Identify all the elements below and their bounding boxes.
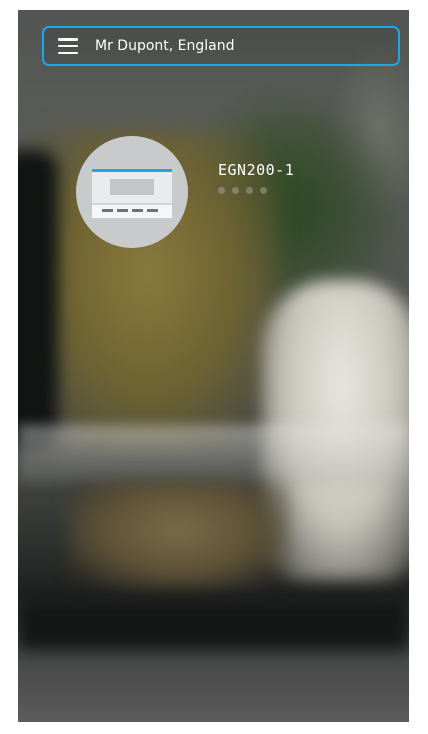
device-name[interactable]: EGN200-1: [218, 161, 294, 179]
app-screen: Mr Dupont, England EGN200-1: [18, 10, 409, 722]
location-bar[interactable]: Mr Dupont, England: [42, 26, 400, 66]
status-dot: [232, 186, 239, 194]
status-dots: [218, 186, 294, 194]
status-dot: [246, 186, 253, 194]
status-dot: [218, 186, 225, 194]
location-label[interactable]: Mr Dupont, England: [95, 38, 235, 54]
device-card[interactable]: EGN200-1: [76, 136, 294, 248]
device-info: EGN200-1: [218, 161, 294, 194]
status-dot: [260, 186, 267, 194]
device-avatar[interactable]: [76, 136, 188, 248]
background-box: [68, 480, 288, 590]
background-dark-band: [18, 600, 409, 650]
hamburger-menu-icon[interactable]: [58, 38, 78, 54]
background-shelf: [18, 425, 409, 485]
background-shadow: [18, 150, 58, 450]
thermostat-icon: [92, 169, 172, 218]
